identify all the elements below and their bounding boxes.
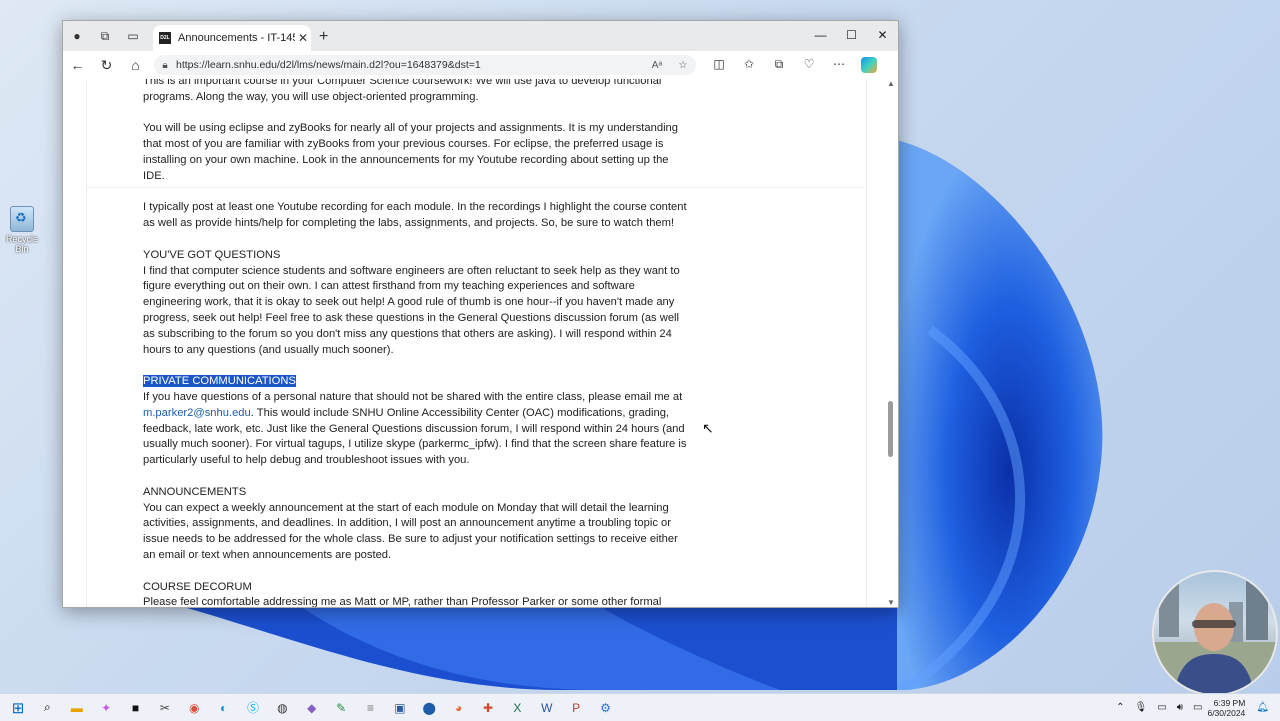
postman-icon[interactable]: ◕ xyxy=(449,699,469,717)
home-icon[interactable]: ⌂ xyxy=(121,57,150,73)
scroll-thumb[interactable] xyxy=(888,401,893,457)
page-content: This is an important course in your Comp… xyxy=(63,79,898,607)
maps-pin-icon[interactable]: ⬤ xyxy=(419,699,439,717)
snipping-tool-icon[interactable]: ✂ xyxy=(155,699,175,717)
more-menu-icon[interactable]: ⋯ xyxy=(824,57,854,73)
intro-paragraph: This is an important course in your Comp… xyxy=(143,79,662,103)
maximize-icon[interactable]: ☐ xyxy=(836,21,867,49)
announcements-heading: ANNOUNCEMENTS xyxy=(143,485,247,498)
settings-app-icon[interactable]: ⚙ xyxy=(596,699,616,717)
email-link[interactable]: m.parker2@snhu.edu xyxy=(143,407,251,419)
questions-paragraph: I find that computer science students an… xyxy=(143,264,680,356)
youtube-paragraph: I typically post at least one Youtube re… xyxy=(143,201,687,230)
address-toolbar: ← ↻ ⌂ 🔒︎ https://learn.snhu.edu/d2l/lms/… xyxy=(63,51,898,80)
decorum-heading: COURSE DECORUM xyxy=(143,580,252,593)
puzzle-app-icon[interactable]: ✚ xyxy=(478,699,498,717)
edge-icon[interactable]: ◐ xyxy=(214,699,234,717)
clock[interactable]: 6:39 PM 6/30/2024 xyxy=(1207,698,1245,718)
visual-studio-icon[interactable]: ◆ xyxy=(302,699,322,717)
chrome-icon[interactable]: ◉ xyxy=(184,699,204,717)
clock-time: 6:39 PM xyxy=(1213,697,1246,708)
collections-icon[interactable]: ⧉ xyxy=(764,57,794,73)
volume-icon[interactable]: 🔊︎ xyxy=(1177,702,1183,713)
tools-paragraph: You will be using eclipse and zyBooks fo… xyxy=(143,122,679,182)
split-screen-icon[interactable]: ◫ xyxy=(704,57,734,73)
terminal-icon[interactable]: ■ xyxy=(126,699,146,717)
copilot-taskbar-icon[interactable]: ✦ xyxy=(96,699,116,717)
refresh-icon[interactable]: ↻ xyxy=(92,57,121,74)
decorum-paragraph: Please feel comfortable addressing me as… xyxy=(143,596,662,607)
announcements-paragraph: You can expect a weekly announcement at … xyxy=(143,501,678,561)
browser-window: ● ⧉ ▭ D2L Announcements - IT-145-18797 ✕… xyxy=(62,20,899,608)
battery-icon[interactable]: ▭ xyxy=(1193,702,1202,713)
private-text-a: If you have questions of a personal natu… xyxy=(143,390,683,403)
notification-bell-icon[interactable]: 🔔︎ xyxy=(1256,702,1269,713)
scroll-down-icon[interactable]: ▼ xyxy=(887,598,895,607)
lock-icon[interactable]: 🔒︎ xyxy=(154,60,176,71)
clock-date: 6/30/2024 xyxy=(1207,707,1246,718)
browser-tools: ◫ ✩ ⧉ ♡ ⋯ xyxy=(704,57,884,73)
url-text: https://learn.snhu.edu/d2l/lms/news/main… xyxy=(176,59,481,71)
minimize-icon[interactable]: — xyxy=(805,21,836,49)
tab-title: Announcements - IT-145-18797 xyxy=(178,32,295,44)
word-icon[interactable]: W xyxy=(537,699,557,717)
excel-icon[interactable]: X xyxy=(507,699,527,717)
title-bar: ● ⧉ ▭ D2L Announcements - IT-145-18797 ✕… xyxy=(63,21,898,51)
tool-icon[interactable]: ▣ xyxy=(390,699,410,717)
scroll-up-icon[interactable]: ▲ xyxy=(887,79,895,88)
webcam-overlay xyxy=(1152,570,1278,696)
file-explorer-icon[interactable]: ▬ xyxy=(67,699,87,717)
profile-icon[interactable]: ● xyxy=(69,28,85,44)
powerpoint-icon[interactable]: P xyxy=(566,699,586,717)
favorite-star-icon[interactable]: ☆ xyxy=(670,60,696,71)
taskbar: ⊞ ⌕ ▬ ✦ ■ ✂ ◉ ◐ Ⓢ ◍ ◆ ✎ ≡ ▣ ⬤ ◕ ✚ X W P … xyxy=(0,693,1280,721)
recycle-bin-icon xyxy=(10,206,34,232)
questions-heading: YOU'VE GOT QUESTIONS xyxy=(143,248,281,261)
browser-essentials-icon[interactable]: ♡ xyxy=(794,57,824,73)
presenter-video xyxy=(1154,580,1276,694)
recycle-bin-label: Recycle Bin xyxy=(5,234,38,254)
new-tab-icon[interactable]: + xyxy=(319,28,328,46)
notepad-plus-icon[interactable]: ✎ xyxy=(331,699,351,717)
back-icon[interactable]: ← xyxy=(63,57,92,73)
announcement-body: This is an important course in your Comp… xyxy=(143,79,688,607)
mouse-cursor-icon: ↖ xyxy=(702,420,714,436)
monitor-icon[interactable]: ▭ xyxy=(1157,702,1166,713)
skype-icon[interactable]: Ⓢ xyxy=(243,699,263,717)
database-icon[interactable]: ≡ xyxy=(361,699,381,717)
system-tray: ⌃ 🎙︎ ▭ 🔊︎ ▭ 6:39 PM 6/30/2024 🔔︎ xyxy=(1111,694,1274,721)
read-aloud-icon[interactable]: Aᵃ xyxy=(644,60,670,71)
search-icon[interactable]: ⌕ xyxy=(37,699,57,717)
close-tab-icon[interactable]: ✕ xyxy=(295,31,311,45)
copilot-icon[interactable] xyxy=(861,57,877,73)
window-controls: — ☐ ✕ xyxy=(805,21,898,49)
favorites-icon[interactable]: ✩ xyxy=(734,57,764,73)
vertical-scrollbar[interactable]: ▲ ▼ xyxy=(884,79,898,607)
recycle-bin-shortcut[interactable]: Recycle Bin xyxy=(2,206,42,254)
close-window-icon[interactable]: ✕ xyxy=(867,21,898,49)
obs-icon[interactable]: ◍ xyxy=(272,699,292,717)
d2l-favicon-icon: D2L xyxy=(159,32,171,44)
private-communications-heading-selected: PRIVATE COMMUNICATIONS xyxy=(143,375,296,388)
tab-announcements[interactable]: D2L Announcements - IT-145-18797 ✕ xyxy=(153,25,311,51)
workspaces-icon[interactable]: ⧉ xyxy=(97,28,113,44)
start-windows-icon[interactable]: ⊞ xyxy=(8,699,28,717)
show-hidden-icons-icon[interactable]: ⌃ xyxy=(1116,702,1124,713)
microphone-icon[interactable]: 🎙︎ xyxy=(1135,702,1148,713)
private-paragraph: If you have questions of a personal natu… xyxy=(143,390,688,469)
address-bar[interactable]: 🔒︎ https://learn.snhu.edu/d2l/lms/news/m… xyxy=(154,55,696,75)
tab-actions-icon[interactable]: ▭ xyxy=(125,28,141,44)
